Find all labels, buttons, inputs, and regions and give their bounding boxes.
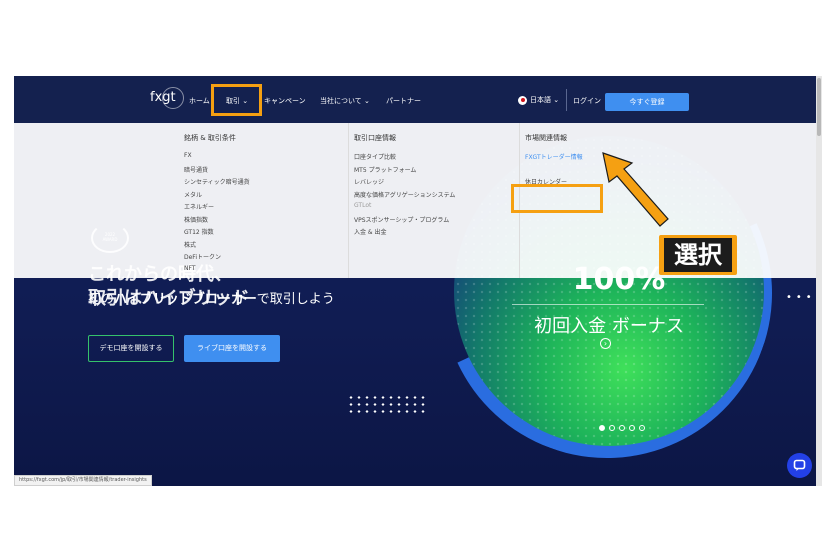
- select-annotation-text: 選択: [664, 238, 732, 272]
- annotation-arrow-icon: [602, 152, 669, 227]
- annotation-arrow: [602, 152, 669, 227]
- select-annotation: 選択: [659, 235, 737, 275]
